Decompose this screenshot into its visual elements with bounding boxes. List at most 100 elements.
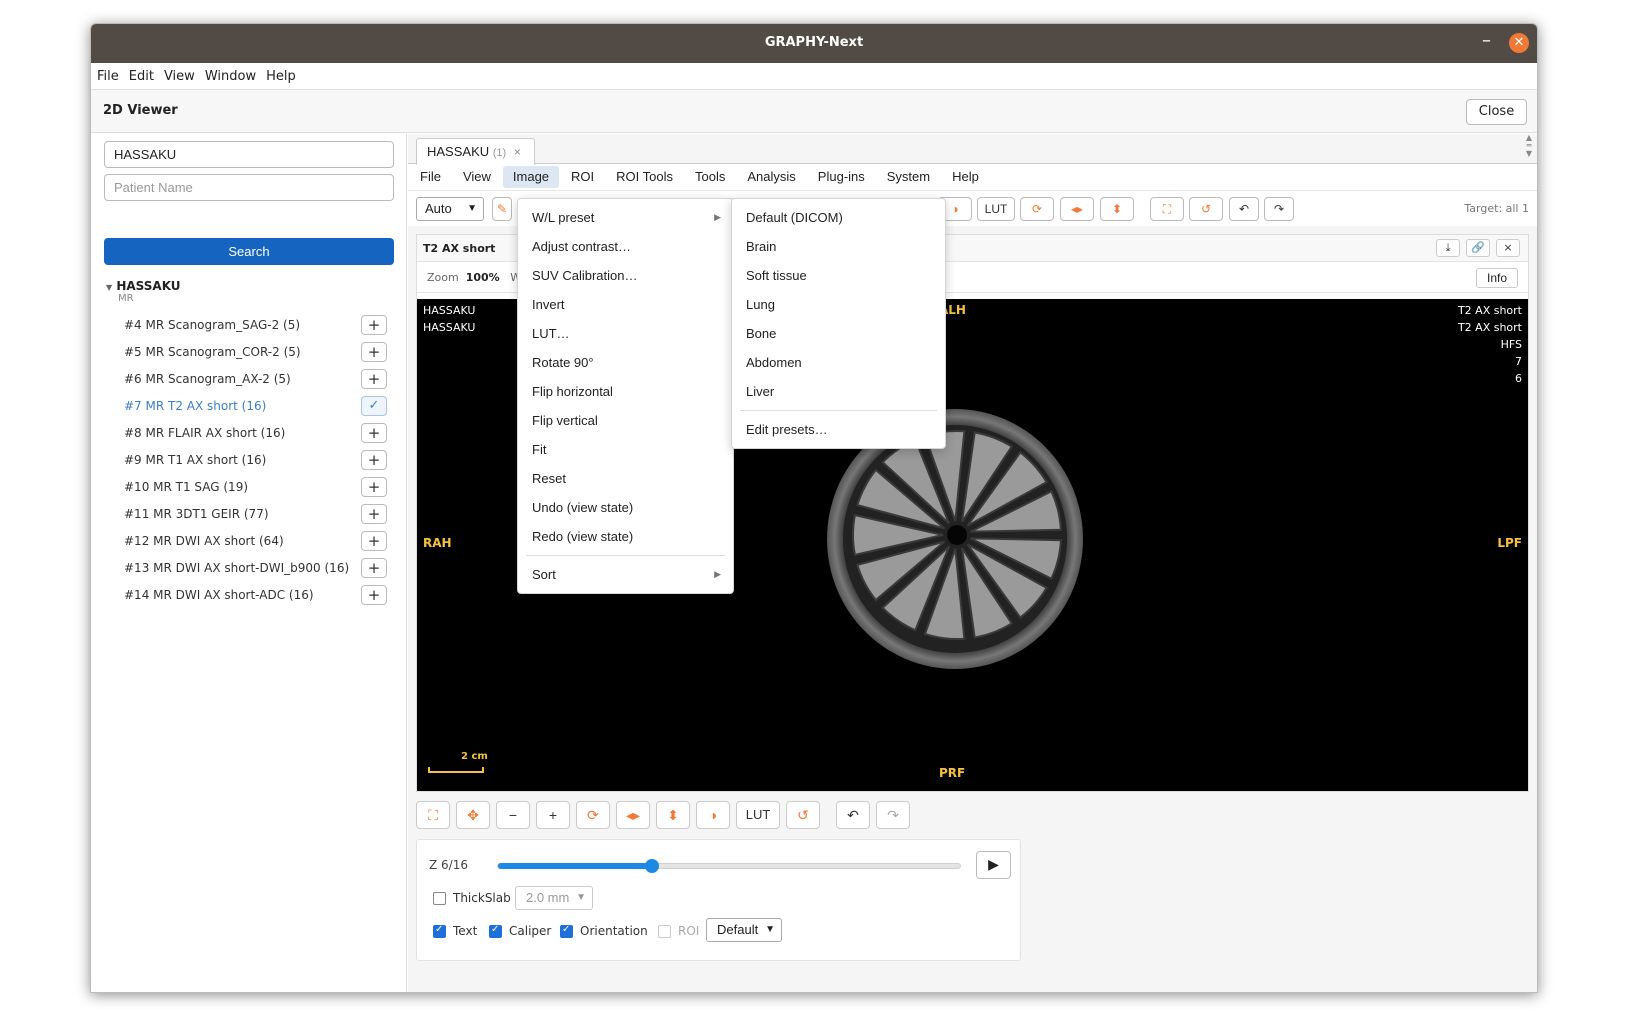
- flip-horizontal-icon[interactable]: ◂▸: [1060, 197, 1094, 221]
- menu-item-rotate[interactable]: Rotate 90°: [518, 348, 733, 377]
- list-item[interactable]: #9 MR T1 AX short (16) +: [91, 447, 407, 474]
- thickslab-checkbox[interactable]: ThickSlab: [433, 891, 511, 905]
- preset-item-soft-tissue[interactable]: Soft tissue: [732, 261, 945, 290]
- preset-item-bone[interactable]: Bone: [732, 319, 945, 348]
- list-item[interactable]: #8 MR FLAIR AX short (16) +: [91, 420, 407, 447]
- mode-select[interactable]: Auto ▼: [416, 197, 484, 221]
- flip-vertical-icon[interactable]: ⬍: [656, 801, 690, 829]
- fit-icon[interactable]: ⛶: [1150, 197, 1184, 221]
- search-input[interactable]: HASSAKU: [104, 141, 394, 168]
- patient-name-input[interactable]: Patient Name: [104, 174, 394, 201]
- menu-plugins[interactable]: Plug-ins: [808, 166, 875, 188]
- menu-item-flip-vertical[interactable]: Flip vertical: [518, 406, 733, 435]
- preset-item-abdomen[interactable]: Abdomen: [732, 348, 945, 377]
- slice-slider[interactable]: [497, 859, 961, 873]
- menu-item-undo[interactable]: Undo (view state): [518, 493, 733, 522]
- add-series-button[interactable]: +: [361, 423, 387, 443]
- info-button[interactable]: Info: [1476, 268, 1518, 288]
- close-viewport-icon[interactable]: ×: [1496, 239, 1520, 257]
- roi-checkbox[interactable]: ROI: [658, 924, 699, 938]
- link-icon[interactable]: 🔗: [1466, 239, 1490, 257]
- invert-icon[interactable]: ◑: [696, 801, 730, 829]
- fit-icon[interactable]: ⛶: [416, 801, 450, 829]
- menu-roi[interactable]: ROI: [561, 166, 604, 188]
- search-button[interactable]: Search: [104, 238, 394, 265]
- app-menu-edit[interactable]: Edit: [129, 69, 154, 84]
- menu-analysis[interactable]: Analysis: [737, 166, 805, 188]
- list-item[interactable]: #6 MR Scanogram_AX-2 (5) +: [91, 366, 407, 393]
- list-item[interactable]: #12 MR DWI AX short (64) +: [91, 528, 407, 555]
- lut-button[interactable]: LUT: [977, 197, 1015, 221]
- close-viewer-button[interactable]: Close: [1466, 99, 1527, 125]
- menu-item-wl-preset[interactable]: W/L preset ▶: [518, 203, 733, 232]
- menu-item-sort[interactable]: Sort ▶: [518, 560, 733, 589]
- tab-close-icon[interactable]: ×: [514, 145, 521, 159]
- reset-icon[interactable]: ↺: [1189, 197, 1223, 221]
- menu-item-fit[interactable]: Fit: [518, 435, 733, 464]
- zoom-out-icon[interactable]: −: [496, 801, 530, 829]
- rotate-icon[interactable]: ⟳: [576, 801, 610, 829]
- edit-icon[interactable]: ✎: [492, 197, 512, 221]
- tab-hassaku[interactable]: HASSAKU (1) ×: [416, 138, 535, 165]
- pan-icon[interactable]: ✥: [456, 801, 490, 829]
- menu-file[interactable]: File: [410, 166, 451, 188]
- slider-thumb[interactable]: [644, 859, 659, 873]
- menu-item-reset[interactable]: Reset: [518, 464, 733, 493]
- menu-image[interactable]: Image: [502, 166, 560, 188]
- add-series-button[interactable]: +: [361, 342, 387, 362]
- add-series-button[interactable]: +: [361, 558, 387, 578]
- add-series-button[interactable]: +: [361, 477, 387, 497]
- redo-icon[interactable]: ↷: [876, 801, 910, 829]
- list-item[interactable]: #11 MR 3DT1 GEIR (77) +: [91, 501, 407, 528]
- menu-item-invert[interactable]: Invert: [518, 290, 733, 319]
- list-item[interactable]: #13 MR DWI AX short-DWI_b900 (16) +: [91, 555, 407, 582]
- add-series-button[interactable]: +: [361, 531, 387, 551]
- preset-item-default[interactable]: Default (DICOM): [732, 203, 945, 232]
- menu-item-flip-horizontal[interactable]: Flip horizontal: [518, 377, 733, 406]
- undo-icon[interactable]: ↶: [1229, 197, 1259, 221]
- app-menu-help[interactable]: Help: [266, 69, 296, 84]
- menu-view[interactable]: View: [453, 166, 501, 188]
- menu-system[interactable]: System: [877, 166, 940, 188]
- menu-tools[interactable]: Tools: [685, 166, 735, 188]
- play-button[interactable]: ▶: [976, 851, 1011, 879]
- list-item[interactable]: #4 MR Scanogram_SAG-2 (5) +: [91, 312, 407, 339]
- add-series-button[interactable]: +: [361, 369, 387, 389]
- app-menu-file[interactable]: File: [97, 69, 119, 84]
- preset-select[interactable]: Default ▼: [706, 918, 782, 942]
- checkbox-box[interactable]: [489, 924, 502, 938]
- menu-item-suv-calibration[interactable]: SUV Calibration…: [518, 261, 733, 290]
- zoom-in-icon[interactable]: +: [536, 801, 570, 829]
- thickslab-select[interactable]: 2.0 mm ▼: [515, 886, 593, 910]
- app-menu-window[interactable]: Window: [205, 69, 256, 84]
- undo-icon[interactable]: ↶: [836, 801, 870, 829]
- orientation-checkbox[interactable]: Orientation: [560, 924, 648, 938]
- preset-item-brain[interactable]: Brain: [732, 232, 945, 261]
- add-series-button[interactable]: +: [361, 504, 387, 524]
- rotate-icon[interactable]: ⟳: [1020, 197, 1054, 221]
- preset-item-lung[interactable]: Lung: [732, 290, 945, 319]
- menu-item-lut[interactable]: LUT…: [518, 319, 733, 348]
- preset-item-liver[interactable]: Liver: [732, 377, 945, 406]
- list-item[interactable]: #14 MR DWI AX short-ADC (16) +: [91, 582, 407, 609]
- series-added-check[interactable]: ✓: [361, 396, 387, 416]
- caret-down-icon[interactable]: ▼: [106, 283, 112, 292]
- tab-scroll-icon[interactable]: ▲ ═ ▼: [1523, 134, 1535, 158]
- list-item[interactable]: #7 MR T2 AX short (16) ✓: [91, 393, 407, 420]
- caliper-checkbox[interactable]: Caliper: [489, 924, 551, 938]
- checkbox-box[interactable]: [658, 924, 671, 938]
- add-series-button[interactable]: +: [361, 585, 387, 605]
- menu-roi-tools[interactable]: ROI Tools: [606, 166, 683, 188]
- add-series-button[interactable]: +: [361, 315, 387, 335]
- menu-help[interactable]: Help: [942, 166, 989, 188]
- menu-item-redo[interactable]: Redo (view state): [518, 522, 733, 551]
- add-series-button[interactable]: +: [361, 450, 387, 470]
- reset-icon[interactable]: ↺: [786, 801, 820, 829]
- list-item[interactable]: #5 MR Scanogram_COR-2 (5) +: [91, 339, 407, 366]
- patient-node[interactable]: ▼ HASSAKU MR: [106, 279, 181, 304]
- app-menu-view[interactable]: View: [164, 69, 195, 84]
- checkbox-box[interactable]: [560, 924, 573, 938]
- flip-vertical-icon[interactable]: ⬍: [1100, 197, 1134, 221]
- flip-horizontal-icon[interactable]: ◂▸: [616, 801, 650, 829]
- close-window-icon[interactable]: ✕: [1509, 33, 1529, 53]
